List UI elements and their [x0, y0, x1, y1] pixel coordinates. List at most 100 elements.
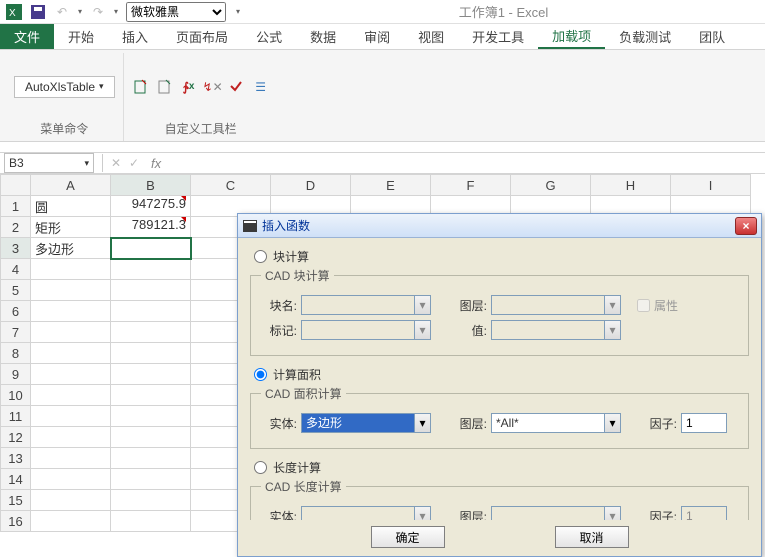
qat-customize-icon[interactable]: ▾ — [232, 7, 244, 16]
tool-icon-5[interactable] — [228, 78, 246, 96]
length-calc-group: CAD 长度计算 实体: ▾ 图层: ▾ 因子: — [250, 478, 749, 520]
select-all-corner[interactable] — [1, 175, 31, 196]
block-layer-combo[interactable]: ▾ — [491, 295, 621, 315]
col-header[interactable]: A — [31, 175, 111, 196]
cell[interactable]: 多边形 — [31, 238, 111, 259]
undo-dropdown-icon[interactable]: ▾ — [74, 7, 86, 16]
cell[interactable]: 圆 — [31, 196, 111, 217]
area-layer-combo[interactable]: *All*▾ — [491, 413, 621, 433]
col-header[interactable]: E — [351, 175, 431, 196]
col-header[interactable]: D — [271, 175, 351, 196]
row-header[interactable]: 6 — [1, 301, 31, 322]
chevron-down-icon: ▾ — [604, 414, 620, 432]
row-header[interactable]: 13 — [1, 448, 31, 469]
fx-cancel-icon[interactable]: ✕ — [107, 154, 125, 172]
radio-length-calc[interactable]: 长度计算 — [250, 459, 749, 476]
radio-length-label: 长度计算 — [273, 459, 321, 476]
row-header[interactable]: 16 — [1, 511, 31, 532]
tab-view[interactable]: 视图 — [404, 24, 458, 49]
cell[interactable]: 789121.3 — [111, 217, 191, 238]
autoxlstable-button[interactable]: AutoXlsTable ▾ — [14, 76, 115, 98]
radio-area-calc[interactable]: 计算面积 — [250, 366, 749, 383]
ribbon-group-custom-label: 自定义工具栏 — [165, 120, 237, 137]
radio-block-calc[interactable]: 块计算 — [250, 248, 749, 265]
autoxlstable-label: AutoXlsTable — [25, 80, 95, 94]
tool-icon-4[interactable]: ↯✕ — [204, 78, 222, 96]
area-factor-input[interactable] — [681, 413, 727, 433]
col-header[interactable]: H — [591, 175, 671, 196]
radio-area-label: 计算面积 — [273, 366, 321, 383]
qat-font-select[interactable]: 微软雅黑 — [126, 2, 226, 22]
area-calc-group: CAD 面积计算 实体: 多边形▾ 图层: *All*▾ 因子: — [250, 385, 749, 449]
row-header[interactable]: 15 — [1, 490, 31, 511]
col-header[interactable]: B — [111, 175, 191, 196]
row-header[interactable]: 8 — [1, 343, 31, 364]
close-button[interactable]: × — [735, 217, 757, 235]
row-header[interactable]: 11 — [1, 406, 31, 427]
row-header[interactable]: 7 — [1, 322, 31, 343]
tab-layout[interactable]: 页面布局 — [162, 24, 242, 49]
tab-team[interactable]: 团队 — [685, 24, 739, 49]
value-label: 值: — [447, 322, 487, 339]
cell[interactable]: 矩形 — [31, 217, 111, 238]
tab-formula[interactable]: 公式 — [242, 24, 296, 49]
row-header[interactable]: 10 — [1, 385, 31, 406]
excel-icon: X — [5, 3, 23, 21]
attr-label: 属性 — [654, 297, 678, 314]
area-entity-combo[interactable]: 多边形▾ — [301, 413, 431, 433]
len-entity-combo[interactable]: ▾ — [301, 506, 431, 520]
value-combo[interactable]: ▾ — [491, 320, 621, 340]
save-icon[interactable] — [29, 3, 47, 21]
block-calc-group: CAD 块计算 块名: ▾ 图层: ▾ 属性 标记: ▾ 值: ▾ — [250, 267, 749, 356]
fx-icon[interactable]: fx — [143, 156, 169, 171]
tool-icon-2[interactable] — [156, 78, 174, 96]
row-header[interactable]: 2 — [1, 217, 31, 238]
area-factor-label: 因子: — [637, 415, 677, 432]
formula-bar: B3 ▾ ✕ ✓ fx — [0, 152, 765, 174]
tab-loadtest[interactable]: 负载测试 — [605, 24, 685, 49]
col-header[interactable]: I — [671, 175, 751, 196]
row-header[interactable]: 4 — [1, 259, 31, 280]
row-header[interactable]: 1 — [1, 196, 31, 217]
undo-icon[interactable]: ↶ — [53, 3, 71, 21]
redo-icon[interactable]: ↷ — [89, 3, 107, 21]
tool-icon-3[interactable]: ∱x — [180, 78, 198, 96]
name-box-value: B3 — [9, 156, 24, 170]
radio-length-input[interactable] — [254, 461, 267, 474]
chevron-down-icon: ▾ — [604, 507, 620, 521]
len-layer-combo[interactable]: ▾ — [491, 506, 621, 520]
tab-addins[interactable]: 加载项 — [538, 24, 605, 49]
col-header[interactable]: G — [511, 175, 591, 196]
cell[interactable]: 947275.9 — [111, 196, 191, 217]
tab-data[interactable]: 数据 — [296, 24, 350, 49]
tab-file[interactable]: 文件 — [0, 24, 54, 49]
dialog-title-bar[interactable]: 插入函数 × — [238, 214, 761, 238]
row-header[interactable]: 14 — [1, 469, 31, 490]
mark-combo[interactable]: ▾ — [301, 320, 431, 340]
tab-home[interactable]: 开始 — [54, 24, 108, 49]
area-entity-label: 实体: — [261, 415, 297, 432]
ok-button[interactable]: 确定 — [371, 526, 445, 548]
row-header[interactable]: 3 — [1, 238, 31, 259]
tab-insert[interactable]: 插入 — [108, 24, 162, 49]
radio-block-input[interactable] — [254, 250, 267, 263]
cancel-button[interactable]: 取消 — [555, 526, 629, 548]
len-layer-label: 图层: — [447, 508, 487, 521]
block-name-combo[interactable]: ▾ — [301, 295, 431, 315]
tab-review[interactable]: 审阅 — [350, 24, 404, 49]
row-header[interactable]: 5 — [1, 280, 31, 301]
tab-dev[interactable]: 开发工具 — [458, 24, 538, 49]
length-calc-legend: CAD 长度计算 — [261, 478, 346, 495]
name-box[interactable]: B3 ▾ — [4, 153, 94, 173]
col-header[interactable]: C — [191, 175, 271, 196]
formula-input[interactable] — [169, 153, 765, 173]
radio-area-input[interactable] — [254, 368, 267, 381]
active-cell[interactable] — [111, 238, 191, 259]
col-header[interactable]: F — [431, 175, 511, 196]
redo-dropdown-icon[interactable]: ▾ — [110, 7, 122, 16]
row-header[interactable]: 12 — [1, 427, 31, 448]
fx-ok-icon[interactable]: ✓ — [125, 154, 143, 172]
row-header[interactable]: 9 — [1, 364, 31, 385]
tool-icon-1[interactable] — [132, 78, 150, 96]
tool-icon-6[interactable]: ☰ — [252, 78, 270, 96]
